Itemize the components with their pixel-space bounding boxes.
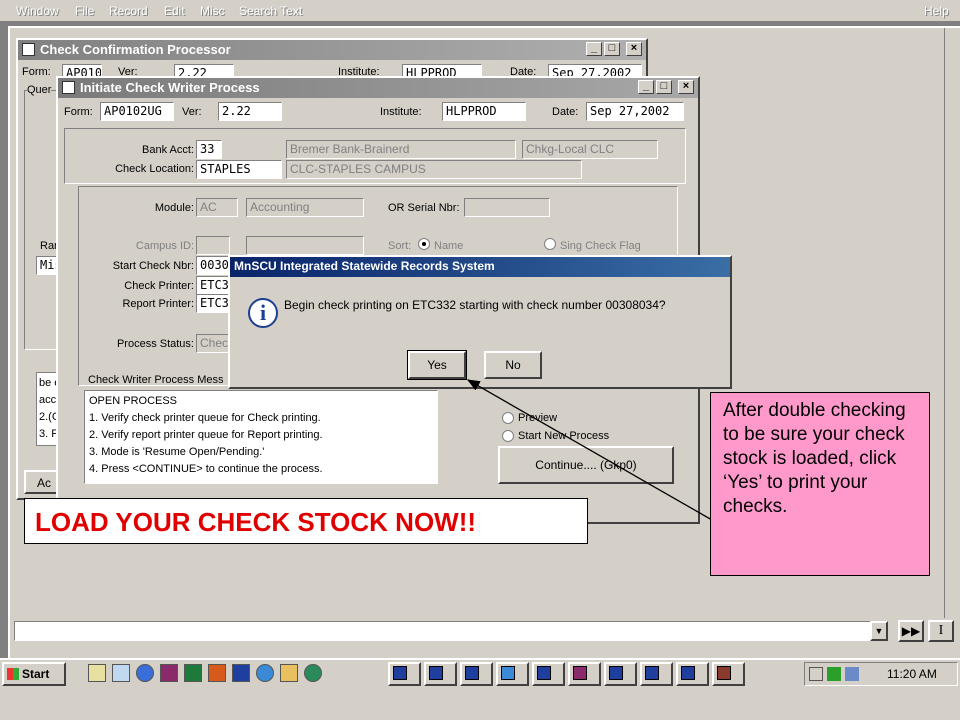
start-button[interactable]: Start (2, 662, 66, 686)
taskbar-app-4[interactable] (496, 662, 529, 686)
network-icon[interactable] (845, 667, 859, 681)
taskbar-app-6[interactable] (568, 662, 601, 686)
taskbar-app-10[interactable] (712, 662, 745, 686)
banner-text: LOAD YOUR CHECK STOCK NOW!! (35, 507, 477, 537)
windows-logo-icon (7, 668, 19, 680)
word-icon (609, 666, 623, 680)
app-window-icon (393, 666, 407, 680)
fast-forward-icon[interactable]: ▶▶ (898, 620, 924, 642)
globe-icon (501, 666, 515, 680)
quicklaunch-powerpoint-icon[interactable] (208, 664, 226, 682)
system-tray: 11:20 AM (804, 662, 958, 686)
quicklaunch-folder-icon[interactable] (280, 664, 298, 682)
pointer-arrow (466, 379, 713, 521)
antivirus-icon[interactable] (827, 667, 841, 681)
taskbar-app-5[interactable] (532, 662, 565, 686)
word-icon (429, 666, 443, 680)
clock[interactable]: 11:20 AM (887, 667, 937, 681)
access-icon (573, 666, 587, 680)
load-check-stock-banner: LOAD YOUR CHECK STOCK NOW!! (24, 498, 588, 544)
taskbar-app-2[interactable] (424, 662, 457, 686)
quicklaunch-word-icon[interactable] (232, 664, 250, 682)
word-icon (681, 666, 695, 680)
speaker-icon[interactable] (809, 667, 823, 681)
taskbar-app-7[interactable] (604, 662, 637, 686)
taskbar-app-8[interactable] (640, 662, 673, 686)
taskbar-app-9[interactable] (676, 662, 709, 686)
quicklaunch-netscape-icon[interactable] (304, 664, 322, 682)
word-icon (537, 666, 551, 680)
command-bar: ▼ ▶▶ I (14, 618, 960, 644)
quicklaunch-excel-icon[interactable] (184, 664, 202, 682)
word-icon (645, 666, 659, 680)
callout-text: After double checking to be sure your ch… (723, 400, 906, 517)
instruction-callout: After double checking to be sure your ch… (710, 392, 930, 576)
quicklaunch-access-icon[interactable] (160, 664, 178, 682)
dropdown-icon[interactable]: ▼ (870, 621, 888, 641)
command-input[interactable] (14, 621, 872, 641)
word-icon (465, 666, 479, 680)
taskbar-app-3[interactable] (460, 662, 493, 686)
text-cursor-icon[interactable]: I (928, 620, 954, 642)
quicklaunch-edit-icon[interactable] (88, 664, 106, 682)
start-label: Start (22, 667, 50, 681)
quicklaunch-search-icon[interactable] (112, 664, 130, 682)
taskbar-app-1[interactable] (388, 662, 421, 686)
printer-icon (717, 666, 731, 680)
quicklaunch-ie-icon[interactable] (136, 664, 154, 682)
quicklaunch-globe-icon[interactable] (256, 664, 274, 682)
